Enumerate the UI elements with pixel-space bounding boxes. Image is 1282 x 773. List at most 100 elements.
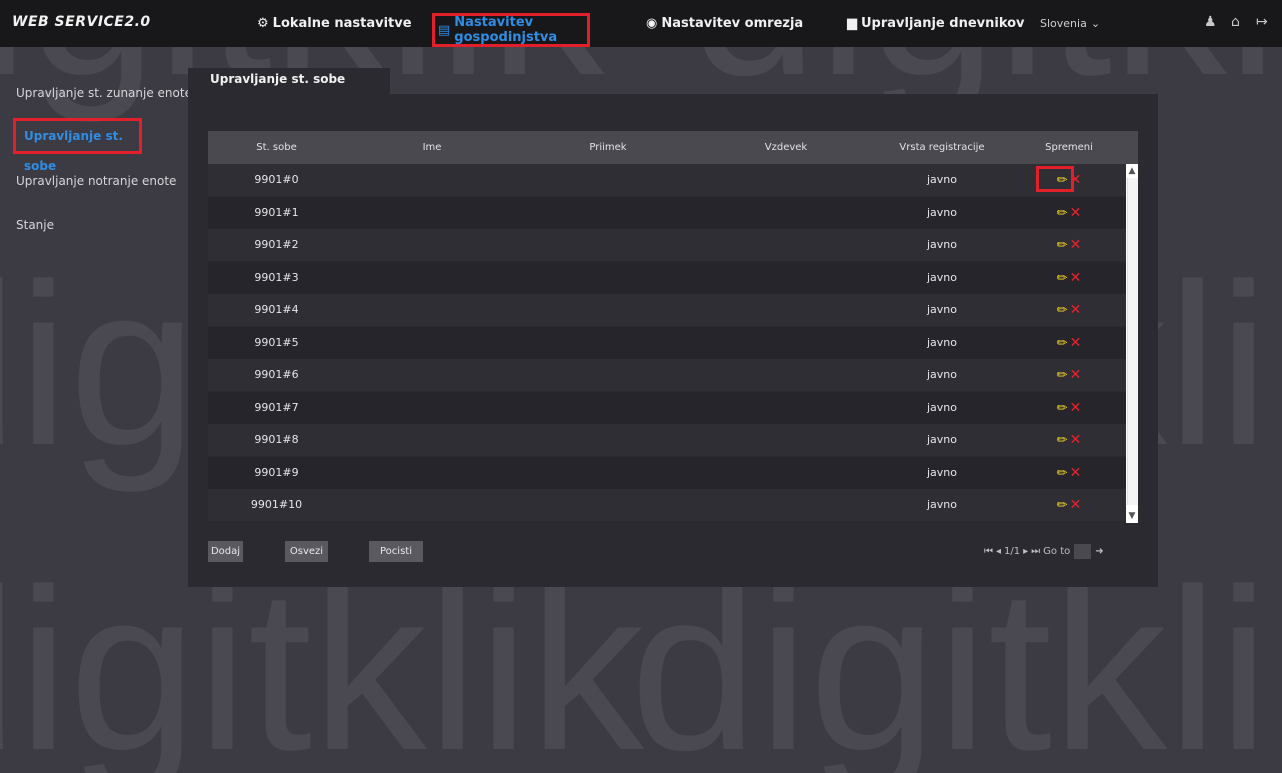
table-row: 9901#7 javno ✏ ✕ xyxy=(208,391,1126,424)
next-page-icon[interactable]: ▸ xyxy=(1023,541,1028,562)
pencil-icon[interactable]: ✏ xyxy=(1057,425,1068,457)
column-header: Vzdevek xyxy=(764,142,808,153)
delete-icon[interactable]: ✕ xyxy=(1070,465,1082,481)
app-logo: WEB SERVICE2.0 xyxy=(12,14,151,30)
pencil-icon[interactable]: ✏ xyxy=(1057,360,1068,392)
delete-icon[interactable]: ✕ xyxy=(1070,302,1082,318)
cell-last-name xyxy=(519,392,697,424)
scrollbar-thumb[interactable] xyxy=(1127,178,1138,505)
prev-page-icon[interactable]: ◂ xyxy=(996,541,1001,562)
cell-actions: ✏ ✕ xyxy=(1009,359,1126,391)
tab-room-numbers[interactable]: Upravljanje st. sobe xyxy=(188,68,390,94)
chevron-down-icon[interactable]: ▼ xyxy=(1126,509,1138,523)
column-header: Priimek xyxy=(589,142,627,153)
cell-first-name xyxy=(345,457,519,489)
add-button[interactable]: Dodaj xyxy=(208,541,243,562)
sidebar-item-status[interactable]: Stanje xyxy=(16,218,54,232)
pencil-icon[interactable]: ✏ xyxy=(1057,198,1068,230)
pencil-icon[interactable]: ✏ xyxy=(1057,295,1068,327)
cell-nickname xyxy=(697,424,875,456)
cell-actions: ✏ ✕ xyxy=(1009,327,1126,359)
nav-local-settings[interactable]: ⚙ Lokalne nastavitve xyxy=(257,0,412,47)
pencil-icon[interactable]: ✏ xyxy=(1057,328,1068,360)
user-icon[interactable]: ♟ xyxy=(1204,14,1217,30)
go-arrow-icon[interactable]: ➜ xyxy=(1095,541,1103,562)
cell-registration-type: javno xyxy=(926,368,957,381)
delete-icon[interactable]: ✕ xyxy=(1070,497,1082,513)
cell-registration-type: javno xyxy=(926,498,957,511)
cell-last-name xyxy=(519,327,697,359)
pencil-icon[interactable]: ✏ xyxy=(1057,230,1068,262)
cell-last-name xyxy=(519,229,697,261)
cell-actions: ✏ ✕ xyxy=(1009,457,1126,489)
cell-room-number: 9901#3 xyxy=(254,270,299,284)
cell-actions: ✏ ✕ xyxy=(1009,262,1126,294)
cell-registration-type: javno xyxy=(926,173,957,186)
sidebar-item-room-numbers[interactable]: Upravljanje st. sobe xyxy=(13,118,142,173)
last-page-icon[interactable]: ⏭ xyxy=(1031,541,1040,562)
column-header: Vrsta registracije xyxy=(899,142,985,153)
cell-nickname xyxy=(697,164,875,196)
nav-household-settings[interactable]: ▤ Nastavitev gospodinjstva xyxy=(432,13,590,47)
cell-last-name xyxy=(519,359,697,391)
sidebar-item-indoor-unit[interactable]: Upravljanje notranje enote xyxy=(16,174,176,188)
clear-button[interactable]: Pocisti xyxy=(369,541,423,562)
cell-nickname xyxy=(697,197,875,229)
delete-icon[interactable]: ✕ xyxy=(1070,270,1082,286)
cell-first-name xyxy=(345,164,519,196)
cell-first-name xyxy=(345,359,519,391)
cell-actions: ✏ ✕ xyxy=(1009,294,1126,326)
pencil-icon[interactable]: ✏ xyxy=(1057,490,1068,522)
table-scrollbar[interactable]: ▲ ▼ xyxy=(1126,164,1138,523)
goto-label: Go to xyxy=(1043,546,1071,557)
cell-registration-type: javno xyxy=(926,303,957,316)
goto-page-input[interactable] xyxy=(1074,544,1092,559)
language-value: Slovenia xyxy=(1040,17,1087,30)
tab-label: Upravljanje st. sobe xyxy=(210,72,346,86)
nav-label: Upravljanje dnevnikov xyxy=(861,16,1025,31)
table-header: St. sobe Ime Priimek Vzdevek Vrsta regis… xyxy=(208,131,1138,164)
table-body: 9901#0 javno ✏ ✕ 9901#1 javno ✏ ✕ 9901#2 javno ✏ ✕ 9… xyxy=(208,164,1126,523)
pencil-icon[interactable]: ✏ xyxy=(1057,263,1068,295)
delete-icon[interactable]: ✕ xyxy=(1070,237,1082,253)
cell-actions: ✏ ✕ xyxy=(1009,392,1126,424)
delete-icon[interactable]: ✕ xyxy=(1070,367,1082,383)
home-icon[interactable]: ⌂ xyxy=(1231,14,1240,30)
pencil-icon[interactable]: ✏ xyxy=(1057,458,1068,490)
refresh-button[interactable]: Osvezi xyxy=(285,541,328,562)
cell-room-number: 9901#1 xyxy=(254,205,299,219)
cell-actions: ✏ ✕ xyxy=(1009,424,1126,456)
cell-first-name xyxy=(345,294,519,326)
cell-last-name xyxy=(519,262,697,294)
cell-first-name xyxy=(345,392,519,424)
cell-room-number: 9901#7 xyxy=(254,400,299,414)
pencil-icon[interactable]: ✏ xyxy=(1057,393,1068,425)
nav-log-management[interactable]: ▆ Upravljanje dnevnikov xyxy=(847,0,1025,47)
cell-first-name xyxy=(345,327,519,359)
cell-nickname xyxy=(697,392,875,424)
cell-registration-type: javno xyxy=(926,205,957,219)
chevron-up-icon[interactable]: ▲ xyxy=(1126,164,1138,178)
delete-icon[interactable]: ✕ xyxy=(1070,432,1082,448)
watermark-text: digitklik xyxy=(0,541,645,773)
cell-nickname xyxy=(697,457,875,489)
delete-icon[interactable]: ✕ xyxy=(1070,205,1082,221)
cell-first-name xyxy=(345,262,519,294)
language-select[interactable]: Slovenia ⌄ xyxy=(1040,0,1100,47)
cell-room-number: 9901#0 xyxy=(254,173,299,186)
delete-icon[interactable]: ✕ xyxy=(1070,335,1082,351)
first-page-icon[interactable]: ⏮ xyxy=(984,541,993,562)
cell-first-name xyxy=(345,424,519,456)
table-row: 9901#6 javno ✏ ✕ xyxy=(208,359,1126,391)
cell-actions: ✏ ✕ xyxy=(1009,229,1126,261)
delete-icon[interactable]: ✕ xyxy=(1070,400,1082,416)
cell-registration-type: javno xyxy=(926,465,957,479)
cell-room-number: 9901#2 xyxy=(254,238,299,251)
nav-label: Lokalne nastavitve xyxy=(272,16,412,31)
cell-room-number: 9901#8 xyxy=(254,433,299,446)
nav-network-settings[interactable]: ◉ Nastavitev omrezja xyxy=(646,0,803,47)
logout-icon[interactable]: ↦ xyxy=(1256,14,1268,30)
cell-room-number: 9901#4 xyxy=(254,303,299,316)
cell-nickname xyxy=(697,294,875,326)
sidebar-item-outdoor-unit[interactable]: Upravljanje st. zunanje enote xyxy=(16,86,192,100)
